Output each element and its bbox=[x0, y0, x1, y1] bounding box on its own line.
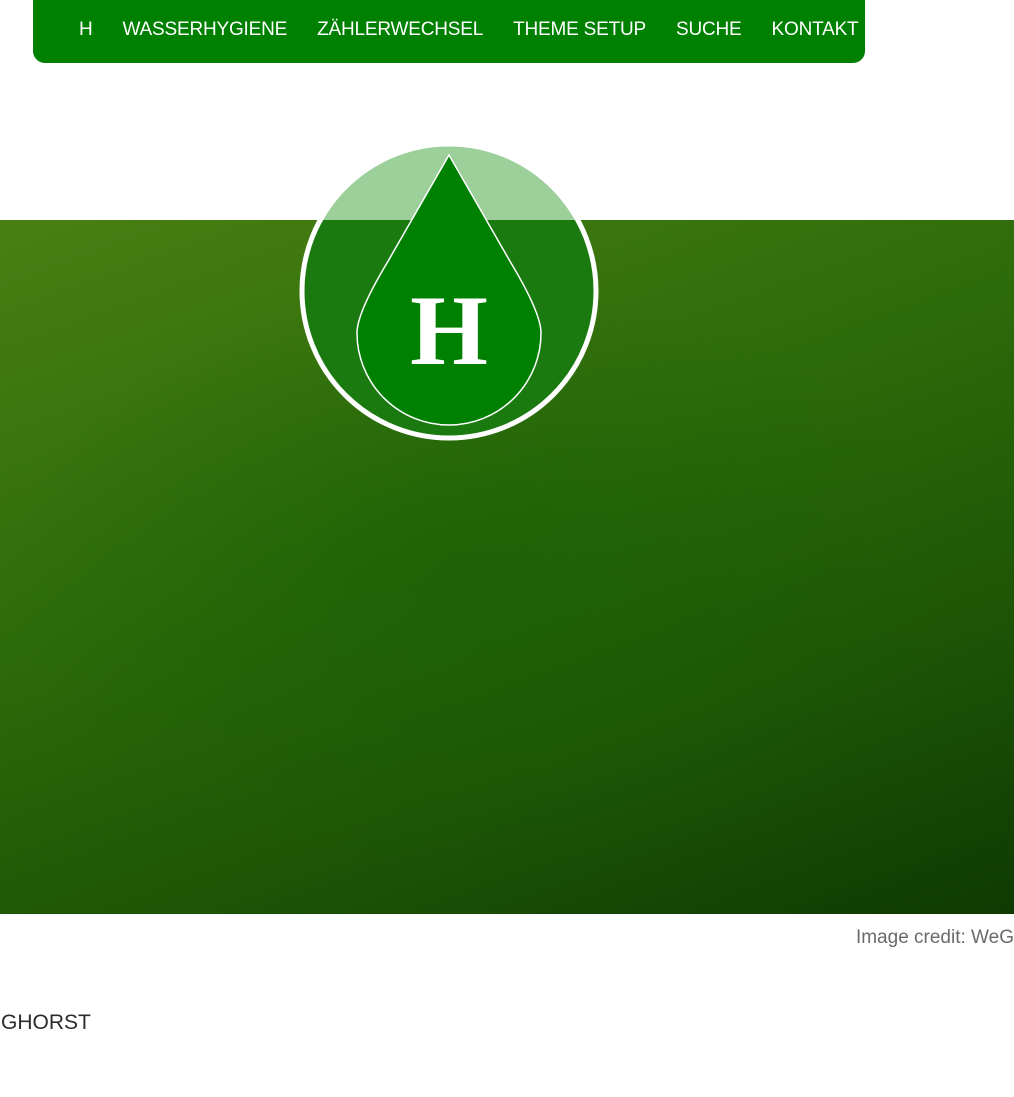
nav-item-zaehlerwechsel[interactable]: ZÄHLERWECHSEL bbox=[317, 19, 483, 41]
main-navigation: H WASSERHYGIENE ZÄHLERWECHSEL THEME SETU… bbox=[33, 0, 865, 63]
nav-item-suche[interactable]: SUCHE bbox=[676, 19, 742, 41]
nav-item-theme-setup[interactable]: THEME SETUP bbox=[513, 19, 646, 41]
image-credit: Image credit: WeG bbox=[855, 927, 1014, 948]
water-drop-icon: H bbox=[299, 141, 599, 441]
nav-item-kontakt[interactable]: KONTAKT bbox=[772, 19, 859, 41]
logo-letter: H bbox=[410, 275, 488, 386]
site-name: GHORST bbox=[1, 1011, 91, 1034]
nav-item-home[interactable]: H bbox=[79, 19, 93, 41]
nav-item-wasserhygiene[interactable]: WASSERHYGIENE bbox=[123, 19, 288, 41]
site-logo[interactable]: H bbox=[297, 141, 601, 441]
nav-menu: H WASSERHYGIENE ZÄHLERWECHSEL THEME SETU… bbox=[33, 0, 865, 60]
